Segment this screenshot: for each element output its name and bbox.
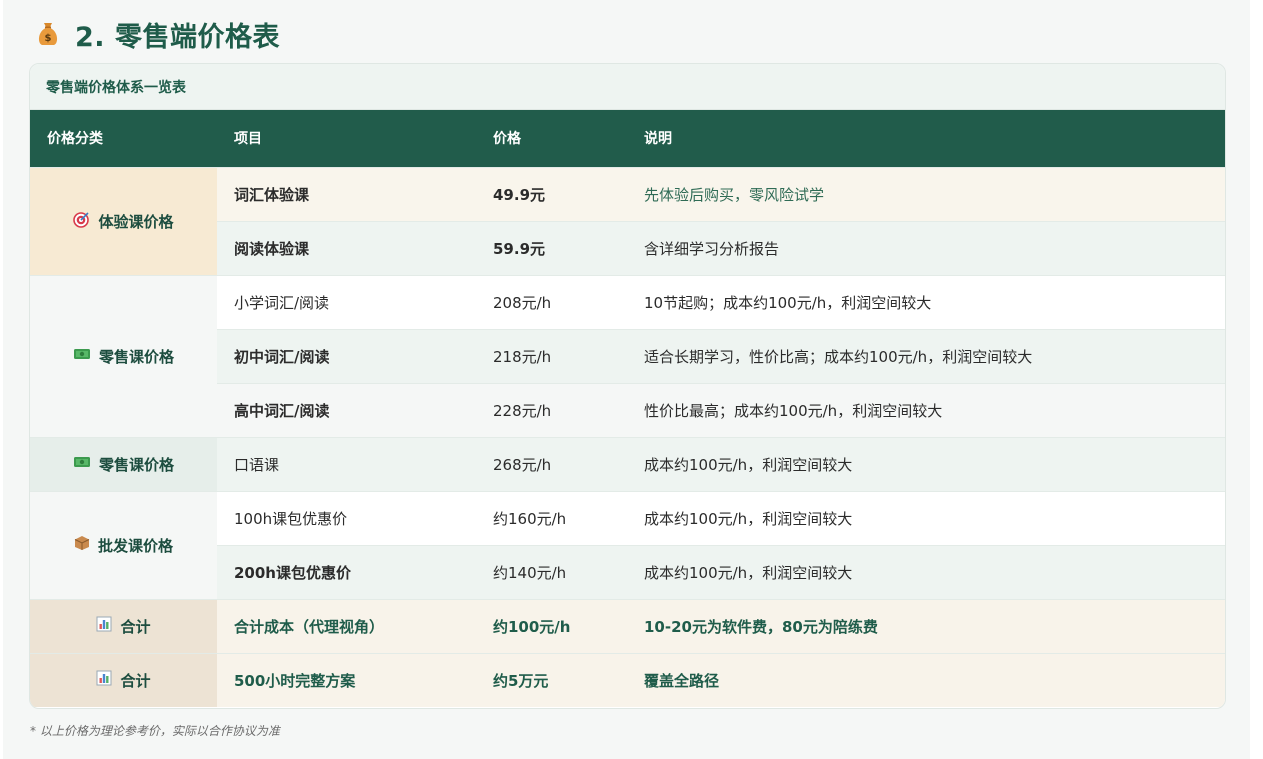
category-label: 零售课价格 bbox=[98, 347, 174, 366]
price-cell: 228元/h bbox=[476, 382, 627, 437]
section-title: $ 2. 零售端价格表 bbox=[33, 16, 280, 53]
cash-icon bbox=[73, 347, 91, 365]
price-cell: 218元/h bbox=[476, 328, 627, 383]
item-cell: 200h课包优惠价 bbox=[217, 544, 476, 599]
item-cell: 100h课包优惠价 bbox=[217, 490, 476, 545]
item-cell: 500小时完整方案 bbox=[217, 652, 476, 707]
category-cell-total-2: 合计 bbox=[30, 652, 217, 707]
item-cell: 阅读体验课 bbox=[217, 220, 476, 275]
table-row: 零售课价格 小学词汇/阅读 208元/h 10节起购；成本约100元/h，利润空… bbox=[30, 274, 1225, 437]
note-cell: 适合长期学习，性价比高；成本约100元/h，利润空间较大 bbox=[627, 328, 1225, 383]
note-cell: 成本约100元/h，利润空间较大 bbox=[627, 544, 1225, 599]
price-cell: 49.9元 bbox=[476, 166, 627, 221]
page-title: 2. 零售端价格表 bbox=[75, 21, 280, 53]
category-label: 合计 bbox=[120, 617, 151, 636]
category-label: 合计 bbox=[120, 671, 151, 690]
price-table-card: 零售端价格体系一览表 价格分类 项目 价格 说明 体验课价格 词汇体验课 49.… bbox=[29, 63, 1226, 709]
money-bag-icon: $ bbox=[33, 19, 63, 49]
note-cell: 性价比最高；成本约100元/h，利润空间较大 bbox=[627, 382, 1225, 437]
item-cell: 合计成本（代理视角） bbox=[217, 598, 476, 653]
price-cell: 约140元/h bbox=[476, 544, 627, 599]
footnote: * 以上价格为理论参考价，实际以合作协议为准 bbox=[30, 724, 280, 738]
item-cell: 词汇体验课 bbox=[217, 166, 476, 221]
category-cell-total: 合计 bbox=[30, 598, 217, 653]
page: $ 2. 零售端价格表 零售端价格体系一览表 价格分类 项目 价格 说明 体验课… bbox=[3, 0, 1250, 759]
price-cell: 59.9元 bbox=[476, 220, 627, 275]
cash-icon bbox=[73, 455, 91, 473]
bar-chart-icon bbox=[96, 670, 112, 690]
category-label: 零售课价格 bbox=[98, 455, 174, 474]
category-cell-retail-2: 零售课价格 bbox=[30, 436, 217, 491]
target-icon bbox=[73, 211, 90, 232]
price-cell: 268元/h bbox=[476, 436, 627, 491]
svg-text:$: $ bbox=[45, 33, 52, 44]
note-cell: 10节起购；成本约100元/h，利润空间较大 bbox=[627, 274, 1225, 329]
table-header-row: 价格分类 项目 价格 说明 bbox=[30, 110, 1225, 167]
item-cell: 初中词汇/阅读 bbox=[217, 328, 476, 383]
table-row: 合计 合计成本（代理视角） 约100元/h 10-20元为软件费，80元为陪练费 bbox=[30, 598, 1225, 653]
table-row: 体验课价格 词汇体验课 49.9元 先体验后购买，零风险试学 bbox=[30, 166, 1225, 275]
note-cell: 10-20元为软件费，80元为陪练费 bbox=[627, 598, 1225, 653]
item-cell: 口语课 bbox=[217, 436, 476, 491]
bar-chart-icon bbox=[96, 616, 112, 636]
package-icon bbox=[74, 535, 90, 555]
category-label: 体验课价格 bbox=[98, 212, 174, 231]
price-cell: 约160元/h bbox=[476, 490, 627, 545]
header-item: 项目 bbox=[217, 110, 476, 167]
header-category: 价格分类 bbox=[30, 110, 217, 167]
table-row: 零售课价格 口语课 268元/h 成本约100元/h，利润空间较大 bbox=[30, 436, 1225, 491]
header-note: 说明 bbox=[627, 110, 1225, 167]
note-cell: 成本约100元/h，利润空间较大 bbox=[627, 490, 1225, 545]
note-cell: 成本约100元/h，利润空间较大 bbox=[627, 436, 1225, 491]
price-cell: 约5万元 bbox=[476, 652, 627, 707]
category-label: 批发课价格 bbox=[97, 536, 173, 555]
category-cell-trial: 体验课价格 bbox=[30, 166, 217, 275]
category-cell-retail: 零售课价格 bbox=[30, 274, 217, 437]
table-row: 合计 500小时完整方案 约5万元 覆盖全路径 bbox=[30, 652, 1225, 707]
table-caption: 零售端价格体系一览表 bbox=[30, 64, 1225, 110]
category-cell-wholesale: 批发课价格 bbox=[30, 490, 217, 599]
note-cell: 含详细学习分析报告 bbox=[627, 220, 1225, 275]
price-cell: 208元/h bbox=[476, 274, 627, 329]
item-cell: 高中词汇/阅读 bbox=[217, 382, 476, 437]
note-cell: 覆盖全路径 bbox=[627, 652, 1225, 707]
price-table: 价格分类 项目 价格 说明 体验课价格 词汇体验课 49.9元 先体验后购买，零… bbox=[30, 110, 1225, 707]
item-cell: 小学词汇/阅读 bbox=[217, 274, 476, 329]
header-price: 价格 bbox=[476, 110, 627, 167]
note-cell: 先体验后购买，零风险试学 bbox=[627, 166, 1225, 221]
price-cell: 约100元/h bbox=[476, 598, 627, 653]
table-row: 批发课价格 100h课包优惠价 约160元/h 成本约100元/h，利润空间较大 bbox=[30, 490, 1225, 599]
